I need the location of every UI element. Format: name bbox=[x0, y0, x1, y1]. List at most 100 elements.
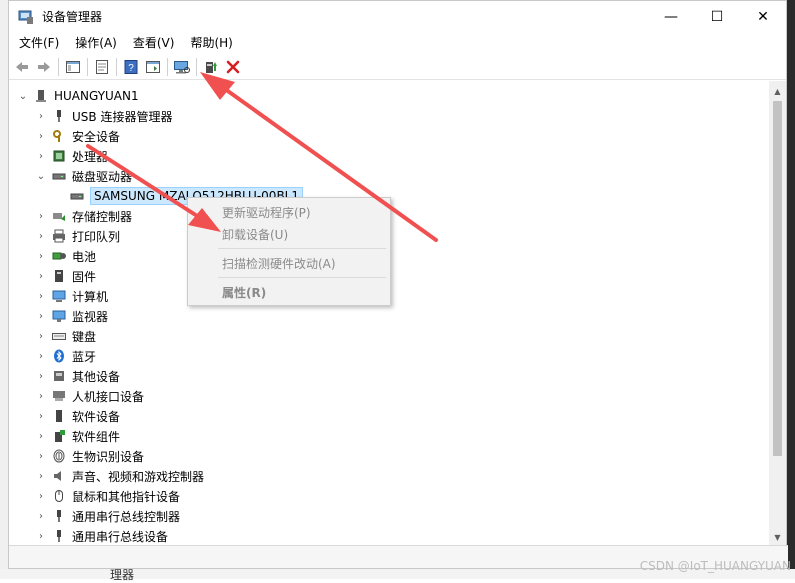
expand-chevron-icon[interactable]: › bbox=[35, 246, 47, 266]
expand-chevron-icon[interactable]: › bbox=[35, 486, 47, 506]
expand-chevron-icon[interactable]: › bbox=[35, 446, 47, 466]
expand-chevron-icon[interactable]: › bbox=[35, 206, 47, 226]
tree-item-storage-controller[interactable]: › 存储控制器 bbox=[35, 206, 132, 226]
expand-chevron-icon[interactable]: › bbox=[35, 386, 47, 406]
expand-chevron-icon[interactable]: › bbox=[35, 466, 47, 486]
help-button[interactable]: ? bbox=[120, 56, 142, 78]
show-hide-tree-button[interactable] bbox=[62, 56, 84, 78]
title-bar[interactable]: 设备管理器 — ☐ ✕ bbox=[9, 1, 786, 32]
mouse-icon bbox=[51, 488, 67, 504]
menu-properties[interactable]: 属性(R) bbox=[222, 284, 266, 301]
expand-chevron-icon[interactable]: › bbox=[35, 526, 47, 546]
tree-item-bluetooth[interactable]: › 蓝牙 bbox=[35, 346, 96, 366]
expand-chevron-icon[interactable]: › bbox=[35, 266, 47, 286]
tree-item-biometric[interactable]: › 生物识别设备 bbox=[35, 446, 144, 466]
svg-text:?: ? bbox=[128, 63, 134, 74]
expand-chevron-icon[interactable]: › bbox=[35, 146, 47, 166]
context-menu-separator bbox=[218, 248, 386, 249]
context-menu: 更新驱动程序(P) 卸载设备(U) 扫描检测硬件改动(A) 属性(R) bbox=[187, 197, 391, 306]
tree-root[interactable]: ⌄ HUANGYUAN1 bbox=[17, 86, 139, 106]
expand-chevron-icon[interactable]: › bbox=[35, 226, 47, 246]
tree-item-security[interactable]: › 安全设备 bbox=[35, 126, 120, 146]
software-device-icon bbox=[51, 408, 67, 424]
tree-item-software-components[interactable]: › 软件组件 bbox=[35, 426, 120, 446]
collapse-chevron-icon[interactable]: ⌄ bbox=[17, 86, 29, 106]
forward-button[interactable] bbox=[33, 56, 55, 78]
expand-chevron-icon[interactable]: › bbox=[35, 366, 47, 386]
software-component-icon bbox=[51, 428, 67, 444]
toolbar-separator bbox=[167, 57, 168, 76]
vertical-scrollbar[interactable]: ▲ ▼ bbox=[769, 81, 786, 547]
expand-chevron-icon[interactable]: › bbox=[35, 286, 47, 306]
close-button[interactable]: ✕ bbox=[740, 1, 786, 32]
tree-item-mice[interactable]: › 鼠标和其他指针设备 bbox=[35, 486, 180, 506]
tree-item-label: 固件 bbox=[72, 269, 97, 284]
expand-chevron-icon[interactable]: › bbox=[35, 406, 47, 426]
back-button[interactable] bbox=[11, 56, 33, 78]
minimize-button[interactable]: — bbox=[648, 1, 694, 32]
help-icon: ? bbox=[124, 59, 138, 74]
menu-help[interactable]: 帮助(H) bbox=[182, 32, 240, 54]
expand-chevron-icon[interactable]: › bbox=[35, 346, 47, 366]
tree-item-usb-devices[interactable]: › 通用串行总线设备 bbox=[35, 526, 168, 546]
view-icon bbox=[146, 60, 160, 73]
uninstall-icon bbox=[226, 60, 240, 73]
expand-chevron-icon[interactable]: › bbox=[35, 506, 47, 526]
tree-item-label: 人机接口设备 bbox=[72, 389, 145, 404]
computer-monitor-icon bbox=[51, 288, 67, 304]
expand-chevron-icon[interactable]: › bbox=[35, 326, 47, 346]
scan-hardware-button[interactable] bbox=[171, 56, 193, 78]
menu-view[interactable]: 查看(V) bbox=[125, 32, 183, 54]
tree-item-battery[interactable]: › 电池 bbox=[35, 246, 96, 266]
menu-bar: 文件(F) 操作(A) 查看(V) 帮助(H) bbox=[9, 32, 786, 54]
tree-item-usb-controllers[interactable]: › 通用串行总线控制器 bbox=[35, 506, 180, 526]
forward-arrow-icon bbox=[38, 61, 50, 72]
tree-item-usb-connector[interactable]: › USB 连接器管理器 bbox=[35, 106, 172, 126]
tree-root-label: HUANGYUAN1 bbox=[54, 89, 139, 103]
tree-item-keyboard[interactable]: › 键盘 bbox=[35, 326, 96, 346]
toolbar: ? bbox=[9, 54, 786, 80]
menu-file[interactable]: 文件(F) bbox=[11, 32, 67, 54]
device-manager-app-icon bbox=[18, 10, 33, 24]
tree-item-print-queue[interactable]: › 打印队列 bbox=[35, 226, 120, 246]
tree-item-audio-video[interactable]: › 声音、视频和游戏控制器 bbox=[35, 466, 204, 486]
tree-item-monitor[interactable]: › 监视器 bbox=[35, 306, 108, 326]
uninstall-button[interactable] bbox=[222, 56, 244, 78]
tree-item-label: 其他设备 bbox=[72, 369, 121, 384]
tree-item-software-devices[interactable]: › 软件设备 bbox=[35, 406, 120, 426]
properties-icon bbox=[96, 59, 108, 74]
expand-chevron-icon[interactable]: › bbox=[35, 126, 47, 146]
expand-chevron-icon[interactable]: › bbox=[35, 306, 47, 326]
tree-item-firmware[interactable]: › 固件 bbox=[35, 266, 96, 286]
tree-item-label: 软件设备 bbox=[72, 409, 121, 424]
tree-item-disk-drives[interactable]: ⌄ 磁盘驱动器 bbox=[35, 166, 132, 186]
tree-item-label: USB 连接器管理器 bbox=[72, 109, 173, 124]
printer-icon bbox=[51, 228, 67, 244]
tree-item-label: 通用串行总线控制器 bbox=[72, 509, 181, 524]
toolbar-separator bbox=[196, 57, 197, 76]
properties-button[interactable] bbox=[91, 56, 113, 78]
expand-chevron-icon[interactable]: › bbox=[35, 106, 47, 126]
collapse-chevron-icon[interactable]: ⌄ bbox=[35, 166, 47, 186]
view-button[interactable] bbox=[142, 56, 164, 78]
update-driver-button[interactable] bbox=[200, 56, 222, 78]
maximize-button[interactable]: ☐ bbox=[694, 1, 740, 32]
tree-item-label: 计算机 bbox=[72, 289, 109, 304]
tree-item-computer[interactable]: › 计算机 bbox=[35, 286, 108, 306]
scroll-up-arrow-icon[interactable]: ▲ bbox=[769, 83, 786, 99]
menu-action[interactable]: 操作(A) bbox=[67, 32, 125, 54]
usb-controller-icon bbox=[51, 508, 67, 524]
tree-item-other-devices[interactable]: › 其他设备 bbox=[35, 366, 120, 386]
menu-scan-hardware[interactable]: 扫描检测硬件改动(A) bbox=[222, 255, 336, 272]
scroll-down-arrow-icon[interactable]: ▼ bbox=[769, 529, 786, 545]
security-key-icon bbox=[51, 128, 67, 144]
window-controls: — ☐ ✕ bbox=[648, 1, 786, 32]
firmware-icon bbox=[51, 268, 67, 284]
menu-uninstall-device[interactable]: 卸载设备(U) bbox=[222, 226, 288, 243]
tree-item-label: 磁盘驱动器 bbox=[72, 169, 133, 184]
tree-item-hid[interactable]: › 人机接口设备 bbox=[35, 386, 144, 406]
menu-update-driver[interactable]: 更新驱动程序(P) bbox=[222, 204, 311, 221]
scroll-thumb[interactable] bbox=[773, 101, 782, 456]
expand-chevron-icon[interactable]: › bbox=[35, 426, 47, 446]
tree-item-processor[interactable]: › 处理器 bbox=[35, 146, 108, 166]
